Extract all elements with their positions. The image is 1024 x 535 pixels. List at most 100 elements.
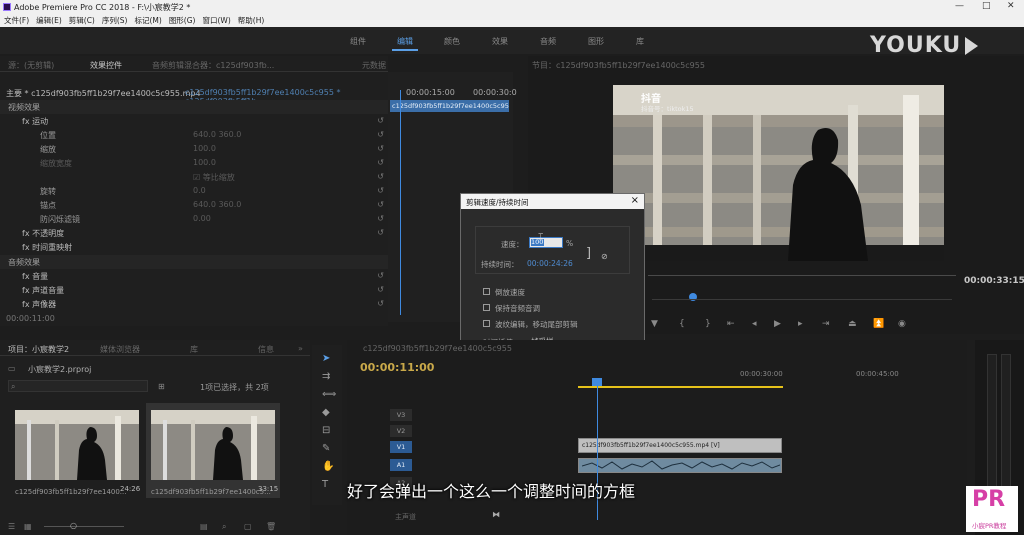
effect-row-motion[interactable]: fx 运动 ↺: [0, 114, 388, 128]
tab-effect-controls[interactable]: 效果控件: [90, 60, 122, 71]
reset-icon[interactable]: ↺: [377, 228, 384, 237]
menu-edit[interactable]: 编辑(E): [36, 14, 62, 27]
go-to-in-icon[interactable]: ⇤: [727, 319, 735, 329]
track-v1[interactable]: V1: [390, 441, 412, 453]
workspace-tab-libraries[interactable]: 库: [636, 36, 644, 47]
ripple-edit-checkbox[interactable]: [483, 320, 490, 327]
effect-row-panner[interactable]: fx 声像器 ↺: [0, 297, 388, 311]
clip-header[interactable]: 主要 * c125df903fb5ff1b29f7ee1400c5c955.mp…: [6, 88, 201, 99]
new-item-icon[interactable]: ▢: [244, 522, 252, 531]
workspace-tab-effects[interactable]: 效果: [492, 36, 508, 47]
tab-source[interactable]: 源：(无剪辑): [8, 60, 54, 71]
duration-value[interactable]: 00:00:24:26: [527, 259, 573, 268]
effect-value[interactable]: 640.0 360.0: [193, 130, 241, 139]
ripple-edit-tool-icon[interactable]: ⟺: [322, 389, 336, 400]
find-icon[interactable]: ⌕: [222, 522, 226, 532]
reset-icon[interactable]: ↺: [377, 116, 384, 125]
ec-clip-bar[interactable]: c125df903fb5ff1b29f7ee1400c5c955: [390, 100, 509, 112]
menu-window[interactable]: 窗口(W): [202, 14, 230, 27]
video-clip[interactable]: c125df903fb5ff1b29f7ee1400c5c955.mp4 [V]: [578, 438, 782, 453]
reverse-speed-checkbox[interactable]: [483, 288, 490, 295]
track-v2[interactable]: V2: [390, 425, 412, 437]
reset-icon[interactable]: ↺: [377, 299, 384, 308]
effect-value[interactable]: 100.0: [193, 144, 216, 153]
menu-graphics[interactable]: 图形(G): [169, 14, 196, 27]
dialog-close-icon[interactable]: ×: [631, 195, 639, 206]
go-to-out-icon[interactable]: ⇥: [822, 319, 830, 329]
media-thumbnail[interactable]: [151, 410, 275, 480]
mark-in-icon[interactable]: {: [679, 319, 685, 329]
reset-icon[interactable]: ↺: [377, 158, 384, 167]
list-view-icon[interactable]: ☰: [8, 522, 15, 531]
lift-icon[interactable]: ⏏: [848, 319, 857, 329]
program-scrub-bar[interactable]: [648, 275, 956, 276]
tab-libraries[interactable]: 库: [190, 344, 198, 355]
delete-icon[interactable]: 🗑: [266, 522, 276, 531]
minimize-button[interactable]: —: [955, 1, 964, 11]
hand-tool-icon[interactable]: ✋: [322, 461, 334, 472]
workspace-tab-graphics[interactable]: 图形: [588, 36, 604, 47]
track-select-tool-icon[interactable]: ⇉: [322, 371, 330, 382]
reset-icon[interactable]: ↺: [377, 144, 384, 153]
effect-row-time-remap[interactable]: fx 时间重映射: [0, 240, 388, 254]
effect-row-channel-volume[interactable]: fx 声道音量 ↺: [0, 283, 388, 297]
speed-input[interactable]: 100: [529, 237, 563, 248]
tab-project[interactable]: 项目：小宸教学2: [8, 344, 69, 355]
menu-clip[interactable]: 剪辑(C): [69, 14, 95, 27]
effect-row-uniform-scale[interactable]: ☑ 等比缩放 ↺: [0, 170, 388, 184]
reset-icon[interactable]: ↺: [377, 172, 384, 181]
link-chain-icon[interactable]: ⊘: [601, 252, 608, 261]
menu-sequence[interactable]: 序列(S): [102, 14, 128, 27]
program-monitor-tab[interactable]: 节目：c125df903fb5ff1b29f7ee1400c5c955: [532, 60, 705, 71]
timeline-timecode[interactable]: 00:00:11:00: [360, 361, 434, 374]
menu-help[interactable]: 帮助(H): [238, 14, 265, 27]
effect-row-scale[interactable]: 缩放 100.0 ↺: [0, 142, 388, 156]
tab-metadata[interactable]: 元数据: [362, 60, 386, 71]
timeline-tab[interactable]: c125df903fb5ff1b29f7ee1400c5c955: [363, 344, 512, 353]
project-search-input[interactable]: ⌕: [8, 380, 148, 392]
add-marker-icon[interactable]: ▼: [651, 319, 658, 329]
close-button[interactable]: ✕: [1007, 1, 1015, 11]
uniform-scale-checkbox[interactable]: ☑ 等比缩放: [193, 172, 235, 183]
menu-file[interactable]: 文件(F): [4, 14, 29, 27]
new-bin-icon[interactable]: ▤: [200, 522, 208, 531]
work-area-bar[interactable]: [578, 386, 783, 388]
icon-view-icon[interactable]: ▦: [24, 522, 32, 531]
step-forward-icon[interactable]: ▸: [798, 319, 803, 329]
effect-row-scale-width[interactable]: 缩放宽度 100.0 ↺: [0, 156, 388, 170]
tab-media-browser[interactable]: 媒体浏览器: [100, 344, 140, 355]
workspace-tab-audio[interactable]: 音频: [540, 36, 556, 47]
reset-icon[interactable]: ↺: [377, 186, 384, 195]
master-end-icon[interactable]: ⧓: [492, 510, 500, 519]
effect-value[interactable]: 100.0: [193, 158, 216, 167]
effect-row-opacity[interactable]: fx 不透明度 ↺: [0, 226, 388, 240]
export-frame-icon[interactable]: ◉: [898, 319, 906, 329]
panel-menu-icon[interactable]: »: [298, 344, 303, 353]
zoom-slider[interactable]: [44, 526, 124, 527]
tab-info[interactable]: 信息: [258, 344, 274, 355]
audio-clip[interactable]: [578, 458, 782, 473]
effect-row-anchor[interactable]: 锚点 640.0 360.0 ↺: [0, 198, 388, 212]
reset-icon[interactable]: ↺: [377, 285, 384, 294]
reset-icon[interactable]: ↺: [377, 200, 384, 209]
play-icon[interactable]: ▶: [774, 319, 781, 329]
effect-value[interactable]: 0.00: [193, 214, 211, 223]
effect-row-rotation[interactable]: 旋转 0.0 ↺: [0, 184, 388, 198]
reset-icon[interactable]: ↺: [377, 271, 384, 280]
effect-row-anti-flicker[interactable]: 防闪烁滤镜 0.00 ↺: [0, 212, 388, 226]
type-tool-icon[interactable]: T: [322, 479, 328, 490]
track-v3[interactable]: V3: [390, 409, 412, 421]
step-back-icon[interactable]: ◂: [752, 319, 757, 329]
ec-playhead[interactable]: [400, 90, 401, 315]
zoom-slider-handle[interactable]: ○: [70, 521, 77, 530]
selection-tool-icon[interactable]: ➤: [322, 353, 330, 364]
menu-marker[interactable]: 标记(M): [134, 14, 161, 27]
media-thumbnail[interactable]: [15, 410, 139, 480]
workspace-tab-assembly[interactable]: 组件: [350, 36, 366, 47]
maintain-pitch-checkbox[interactable]: [483, 304, 490, 311]
workspace-tab-editing[interactable]: 编辑: [397, 36, 413, 47]
workspace-tab-color[interactable]: 颜色: [444, 36, 460, 47]
effect-value[interactable]: 0.0: [193, 186, 206, 195]
bin-filter-icon[interactable]: ⊞: [158, 382, 165, 391]
effect-row-volume[interactable]: fx 音量 ↺: [0, 269, 388, 283]
